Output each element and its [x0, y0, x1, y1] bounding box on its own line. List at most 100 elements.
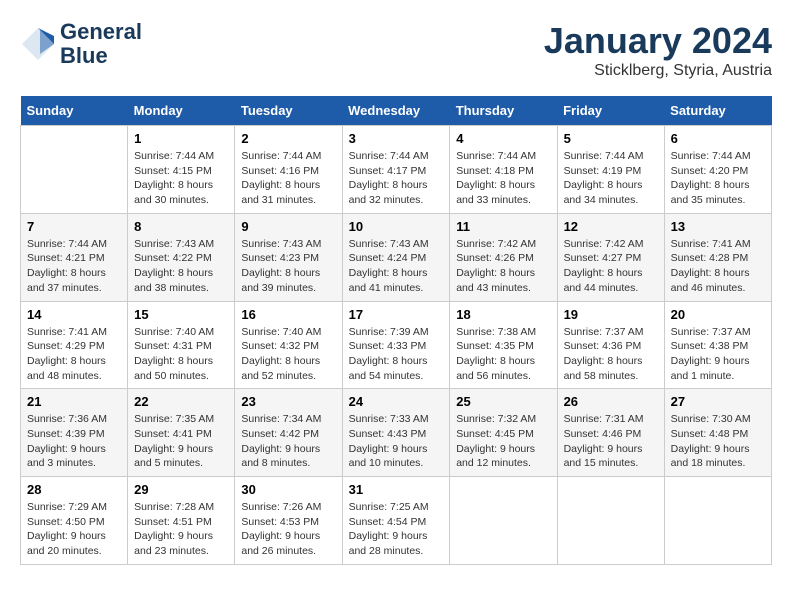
- day-info: Sunrise: 7:44 AM Sunset: 4:16 PM Dayligh…: [241, 149, 335, 208]
- daylight: Daylight: 8 hours and 43 minutes.: [456, 267, 535, 294]
- sunrise: Sunrise: 7:40 AM: [134, 326, 214, 338]
- calendar-cell: 17 Sunrise: 7:39 AM Sunset: 4:33 PM Dayl…: [342, 301, 450, 389]
- daylight: Daylight: 9 hours and 12 minutes.: [456, 443, 535, 470]
- daylight: Daylight: 9 hours and 8 minutes.: [241, 443, 320, 470]
- day-info: Sunrise: 7:33 AM Sunset: 4:43 PM Dayligh…: [349, 412, 444, 471]
- sunrise: Sunrise: 7:43 AM: [241, 238, 321, 250]
- calendar-cell: [21, 126, 128, 214]
- daylight: Daylight: 8 hours and 33 minutes.: [456, 179, 535, 206]
- day-info: Sunrise: 7:37 AM Sunset: 4:36 PM Dayligh…: [564, 325, 658, 384]
- sunrise: Sunrise: 7:39 AM: [349, 326, 429, 338]
- day-number: 30: [241, 482, 335, 497]
- sunset: Sunset: 4:19 PM: [564, 165, 642, 177]
- calendar-cell: [664, 477, 771, 565]
- calendar-cell: [450, 477, 557, 565]
- sunrise: Sunrise: 7:44 AM: [564, 150, 644, 162]
- day-info: Sunrise: 7:42 AM Sunset: 4:27 PM Dayligh…: [564, 237, 658, 296]
- sunset: Sunset: 4:32 PM: [241, 340, 319, 352]
- week-row-1: 1 Sunrise: 7:44 AM Sunset: 4:15 PM Dayli…: [21, 126, 772, 214]
- sunset: Sunset: 4:24 PM: [349, 252, 427, 264]
- day-number: 20: [671, 307, 765, 322]
- day-info: Sunrise: 7:43 AM Sunset: 4:23 PM Dayligh…: [241, 237, 335, 296]
- sunset: Sunset: 4:33 PM: [349, 340, 427, 352]
- sunset: Sunset: 4:20 PM: [671, 165, 749, 177]
- day-number: 31: [349, 482, 444, 497]
- day-info: Sunrise: 7:44 AM Sunset: 4:21 PM Dayligh…: [27, 237, 121, 296]
- day-info: Sunrise: 7:28 AM Sunset: 4:51 PM Dayligh…: [134, 500, 228, 559]
- sunset: Sunset: 4:21 PM: [27, 252, 105, 264]
- daylight: Daylight: 9 hours and 3 minutes.: [27, 443, 106, 470]
- daylight: Daylight: 8 hours and 35 minutes.: [671, 179, 750, 206]
- week-row-4: 21 Sunrise: 7:36 AM Sunset: 4:39 PM Dayl…: [21, 389, 772, 477]
- day-info: Sunrise: 7:43 AM Sunset: 4:24 PM Dayligh…: [349, 237, 444, 296]
- day-number: 25: [456, 394, 550, 409]
- day-info: Sunrise: 7:44 AM Sunset: 4:20 PM Dayligh…: [671, 149, 765, 208]
- daylight: Daylight: 8 hours and 30 minutes.: [134, 179, 213, 206]
- calendar-cell: 28 Sunrise: 7:29 AM Sunset: 4:50 PM Dayl…: [21, 477, 128, 565]
- calendar-table: SundayMondayTuesdayWednesdayThursdayFrid…: [20, 96, 772, 565]
- column-header-thursday: Thursday: [450, 96, 557, 126]
- calendar-cell: 3 Sunrise: 7:44 AM Sunset: 4:17 PM Dayli…: [342, 126, 450, 214]
- calendar-cell: 24 Sunrise: 7:33 AM Sunset: 4:43 PM Dayl…: [342, 389, 450, 477]
- sunrise: Sunrise: 7:38 AM: [456, 326, 536, 338]
- sunset: Sunset: 4:23 PM: [241, 252, 319, 264]
- sunset: Sunset: 4:16 PM: [241, 165, 319, 177]
- day-number: 12: [564, 219, 658, 234]
- day-number: 28: [27, 482, 121, 497]
- daylight: Daylight: 8 hours and 58 minutes.: [564, 355, 643, 382]
- day-info: Sunrise: 7:36 AM Sunset: 4:39 PM Dayligh…: [27, 412, 121, 471]
- calendar-cell: 8 Sunrise: 7:43 AM Sunset: 4:22 PM Dayli…: [128, 213, 235, 301]
- calendar-cell: 30 Sunrise: 7:26 AM Sunset: 4:53 PM Dayl…: [235, 477, 342, 565]
- column-header-sunday: Sunday: [21, 96, 128, 126]
- calendar-cell: 19 Sunrise: 7:37 AM Sunset: 4:36 PM Dayl…: [557, 301, 664, 389]
- sunrise: Sunrise: 7:32 AM: [456, 413, 536, 425]
- sunrise: Sunrise: 7:26 AM: [241, 501, 321, 513]
- calendar-cell: 25 Sunrise: 7:32 AM Sunset: 4:45 PM Dayl…: [450, 389, 557, 477]
- day-info: Sunrise: 7:44 AM Sunset: 4:17 PM Dayligh…: [349, 149, 444, 208]
- column-header-monday: Monday: [128, 96, 235, 126]
- day-number: 7: [27, 219, 121, 234]
- daylight: Daylight: 9 hours and 28 minutes.: [349, 530, 428, 557]
- sunset: Sunset: 4:26 PM: [456, 252, 534, 264]
- sunrise: Sunrise: 7:44 AM: [456, 150, 536, 162]
- week-row-3: 14 Sunrise: 7:41 AM Sunset: 4:29 PM Dayl…: [21, 301, 772, 389]
- sunrise: Sunrise: 7:42 AM: [456, 238, 536, 250]
- day-number: 19: [564, 307, 658, 322]
- daylight: Daylight: 8 hours and 48 minutes.: [27, 355, 106, 382]
- sunrise: Sunrise: 7:40 AM: [241, 326, 321, 338]
- sunset: Sunset: 4:41 PM: [134, 428, 212, 440]
- daylight: Daylight: 8 hours and 41 minutes.: [349, 267, 428, 294]
- day-info: Sunrise: 7:44 AM Sunset: 4:15 PM Dayligh…: [134, 149, 228, 208]
- sunset: Sunset: 4:27 PM: [564, 252, 642, 264]
- sunset: Sunset: 4:17 PM: [349, 165, 427, 177]
- day-info: Sunrise: 7:32 AM Sunset: 4:45 PM Dayligh…: [456, 412, 550, 471]
- sunrise: Sunrise: 7:41 AM: [27, 326, 107, 338]
- daylight: Daylight: 9 hours and 5 minutes.: [134, 443, 213, 470]
- page-header: General Blue January 2024 Sticklberg, St…: [20, 20, 772, 80]
- calendar-cell: 11 Sunrise: 7:42 AM Sunset: 4:26 PM Dayl…: [450, 213, 557, 301]
- daylight: Daylight: 8 hours and 37 minutes.: [27, 267, 106, 294]
- day-info: Sunrise: 7:41 AM Sunset: 4:28 PM Dayligh…: [671, 237, 765, 296]
- calendar-cell: 4 Sunrise: 7:44 AM Sunset: 4:18 PM Dayli…: [450, 126, 557, 214]
- sunrise: Sunrise: 7:35 AM: [134, 413, 214, 425]
- daylight: Daylight: 8 hours and 39 minutes.: [241, 267, 320, 294]
- day-number: 29: [134, 482, 228, 497]
- day-number: 10: [349, 219, 444, 234]
- day-number: 6: [671, 131, 765, 146]
- calendar-cell: 22 Sunrise: 7:35 AM Sunset: 4:41 PM Dayl…: [128, 389, 235, 477]
- calendar-cell: 13 Sunrise: 7:41 AM Sunset: 4:28 PM Dayl…: [664, 213, 771, 301]
- calendar-cell: 31 Sunrise: 7:25 AM Sunset: 4:54 PM Dayl…: [342, 477, 450, 565]
- daylight: Daylight: 9 hours and 10 minutes.: [349, 443, 428, 470]
- day-number: 11: [456, 219, 550, 234]
- calendar-cell: 1 Sunrise: 7:44 AM Sunset: 4:15 PM Dayli…: [128, 126, 235, 214]
- month-title: January 2024: [544, 20, 772, 62]
- title-section: January 2024 Sticklberg, Styria, Austria: [544, 20, 772, 80]
- daylight: Daylight: 9 hours and 15 minutes.: [564, 443, 643, 470]
- day-info: Sunrise: 7:25 AM Sunset: 4:54 PM Dayligh…: [349, 500, 444, 559]
- day-number: 5: [564, 131, 658, 146]
- sunset: Sunset: 4:31 PM: [134, 340, 212, 352]
- day-number: 9: [241, 219, 335, 234]
- day-number: 1: [134, 131, 228, 146]
- sunset: Sunset: 4:48 PM: [671, 428, 749, 440]
- day-number: 22: [134, 394, 228, 409]
